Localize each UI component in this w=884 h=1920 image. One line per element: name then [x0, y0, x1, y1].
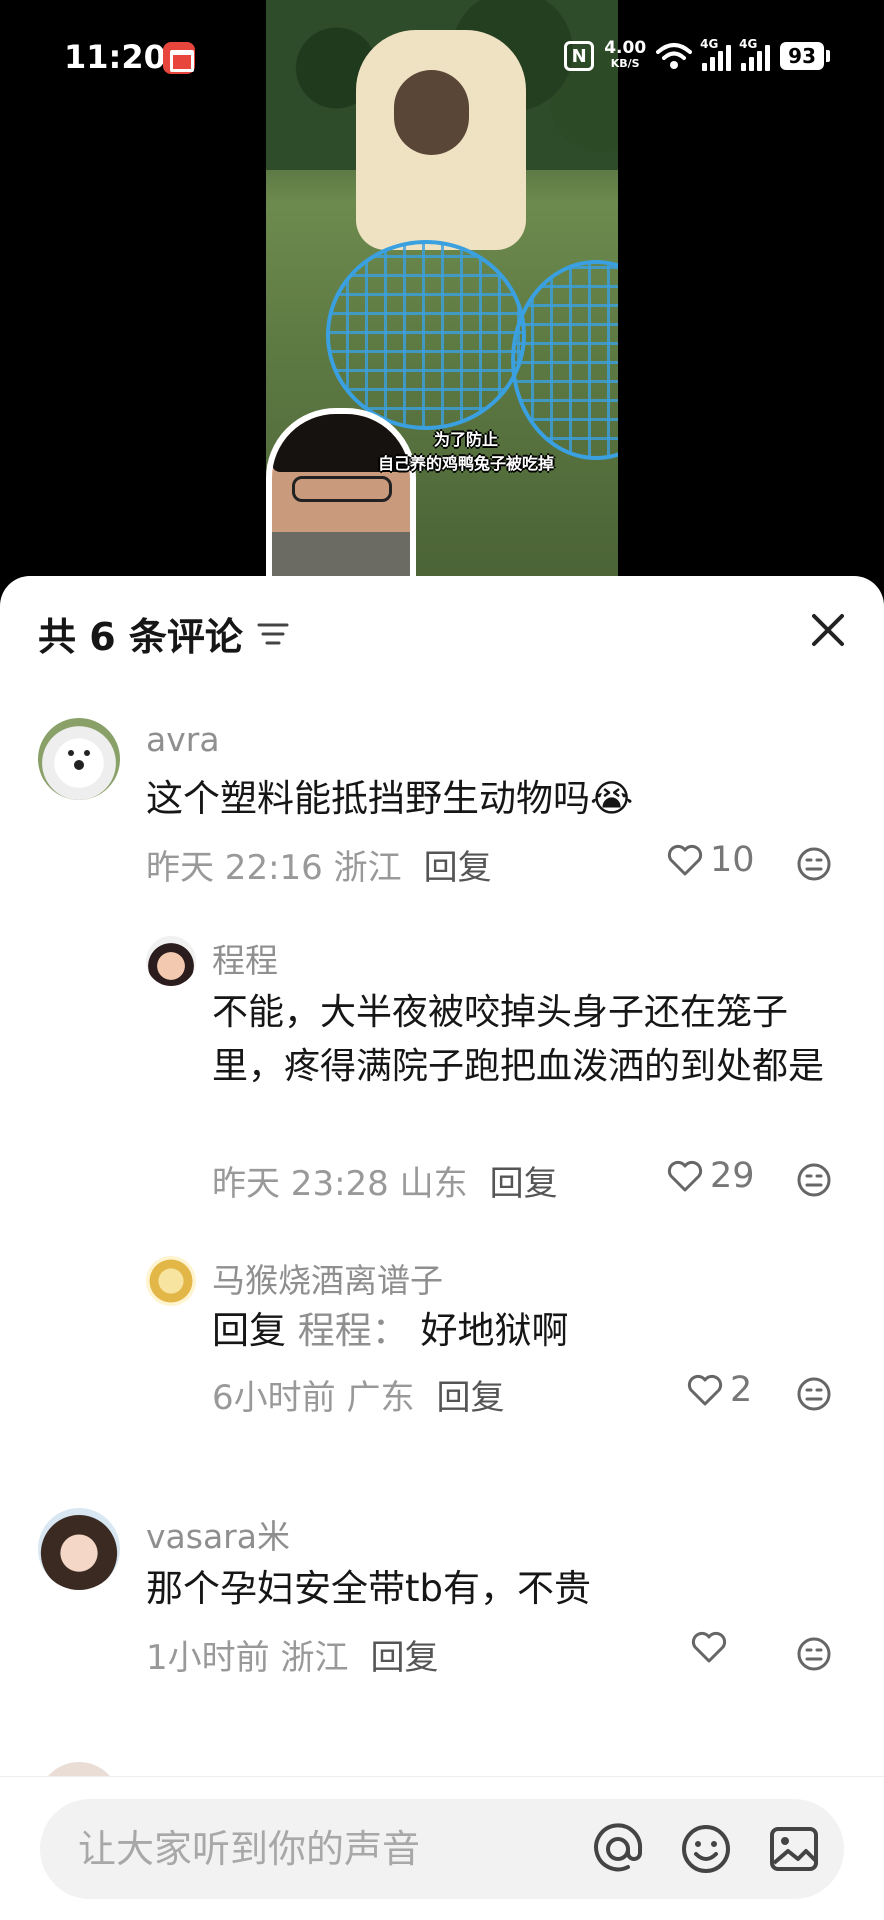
screen: 为了防止 自己养的鸡鸭兔子被吃掉 11:20 N 4.00 KB/S 4G 4G	[0, 0, 884, 1920]
dislike-icon[interactable]	[796, 1376, 832, 1412]
status-time: 11:20	[64, 38, 166, 76]
heart-icon	[667, 844, 703, 876]
battery-indicator: 93	[780, 42, 830, 70]
comment-meta: 6小时前 广东 回复	[212, 1370, 504, 1419]
reply-button[interactable]: 回复	[436, 1378, 504, 1418]
comment-input-box[interactable]	[40, 1799, 844, 1899]
comment-text: 那个孕妇安全带tb有，不贵	[146, 1567, 591, 1610]
like-count: 29	[710, 1156, 755, 1196]
comment-time-location: 1小时前 浙江	[146, 1638, 349, 1678]
comment-text: 这个塑料能抵挡野生动物吗😭	[146, 777, 634, 820]
comment-item: vasara米 那个孕妇安全带tb有，不贵 1小时前 浙江 回复	[0, 1486, 884, 1679]
heart-icon	[667, 1160, 703, 1192]
like-count: 10	[710, 840, 755, 880]
heart-icon	[687, 1374, 723, 1406]
heart-icon	[691, 1631, 727, 1663]
like-button[interactable]: 29	[666, 1156, 755, 1196]
comment-author[interactable]: 马猴烧酒离谱子	[212, 1254, 443, 1302]
video-cage-ball	[326, 240, 526, 430]
comment-meta: 昨天 22:16 浙江 回复	[146, 840, 492, 889]
emoji-icon[interactable]	[680, 1823, 732, 1875]
comment-text: 不能，大半夜被咬掉头身子还在笼子里，疼得满院子跑把血泼洒的到处都是	[212, 992, 825, 1087]
comment-text: 回复 程程： 好地狱啊	[212, 1309, 569, 1352]
dislike-icon[interactable]	[796, 1162, 832, 1198]
reply-item: 程程 不能，大半夜被咬掉头身子还在笼子里，疼得满院子跑把血泼洒的到处都是 昨天 …	[0, 934, 884, 1204]
image-icon[interactable]	[768, 1823, 820, 1875]
comment-sheet-header: 共 6 条评论	[0, 576, 884, 686]
comment-time-location: 6小时前 广东	[212, 1378, 415, 1418]
sort-icon[interactable]	[256, 622, 290, 646]
comment-author[interactable]: avra	[146, 720, 220, 759]
dislike-icon[interactable]	[796, 846, 832, 882]
comment-input[interactable]	[78, 1821, 558, 1877]
like-count: 2	[730, 1370, 753, 1410]
dislike-icon[interactable]	[796, 1636, 832, 1672]
mention-icon[interactable]	[592, 1823, 644, 1875]
avatar[interactable]	[38, 1508, 120, 1590]
comment-author[interactable]: 程程	[212, 934, 278, 982]
reply-button[interactable]: 回复	[370, 1638, 438, 1678]
comment-sheet: 共 6 条评论 avra 这个塑料能抵挡野生动物吗😭 昨天 22:16 浙江 回复	[0, 576, 884, 1920]
like-button[interactable]	[690, 1630, 734, 1664]
like-button[interactable]: 10	[666, 840, 755, 880]
reply-prefix: 回复	[212, 1309, 286, 1352]
signal-sim2-icon: 4G	[739, 37, 771, 71]
like-button[interactable]: 2	[686, 1370, 752, 1410]
comment-count-title: 共 6 条评论	[38, 615, 243, 659]
video-caption: 为了防止 自己养的鸡鸭兔子被吃掉	[321, 428, 611, 476]
nfc-icon: N	[564, 41, 595, 71]
comment-author[interactable]: vasara米	[146, 1510, 290, 1558]
reply-button[interactable]: 回复	[490, 1164, 558, 1204]
comment-time-location: 昨天 22:16 浙江	[146, 848, 402, 888]
comment-meta: 1小时前 浙江 回复	[146, 1630, 438, 1679]
video-caption-line1: 为了防止	[433, 430, 498, 449]
comment-meta: 昨天 23:28 山东 回复	[212, 1156, 558, 1205]
reply-item: 马猴烧酒离谱子 回复 程程： 好地狱啊 6小时前 广东 回复 2	[0, 1256, 884, 1436]
reply-button[interactable]: 回复	[424, 848, 492, 888]
network-speed: 4.00 KB/S	[604, 38, 647, 71]
status-bar: 11:20 N 4.00 KB/S 4G 4G 93	[0, 0, 884, 115]
avatar[interactable]	[146, 936, 196, 986]
crying-emoji: 😭	[590, 777, 634, 820]
app-notification-icon	[163, 42, 195, 74]
close-icon[interactable]	[808, 610, 848, 650]
wifi-icon	[656, 43, 693, 69]
comment-input-bar	[0, 1776, 884, 1920]
avatar[interactable]	[38, 718, 120, 800]
comment-item: avra 这个塑料能抵挡野生动物吗😭 昨天 22:16 浙江 回复 10	[0, 696, 884, 889]
comment-time-location: 昨天 23:28 山东	[212, 1164, 468, 1204]
reply-target[interactable]: 程程：	[298, 1309, 409, 1352]
signal-sim1-icon: 4G	[700, 37, 732, 71]
video-caption-line2: 自己养的鸡鸭兔子被吃掉	[377, 454, 554, 473]
avatar[interactable]	[146, 1256, 196, 1306]
